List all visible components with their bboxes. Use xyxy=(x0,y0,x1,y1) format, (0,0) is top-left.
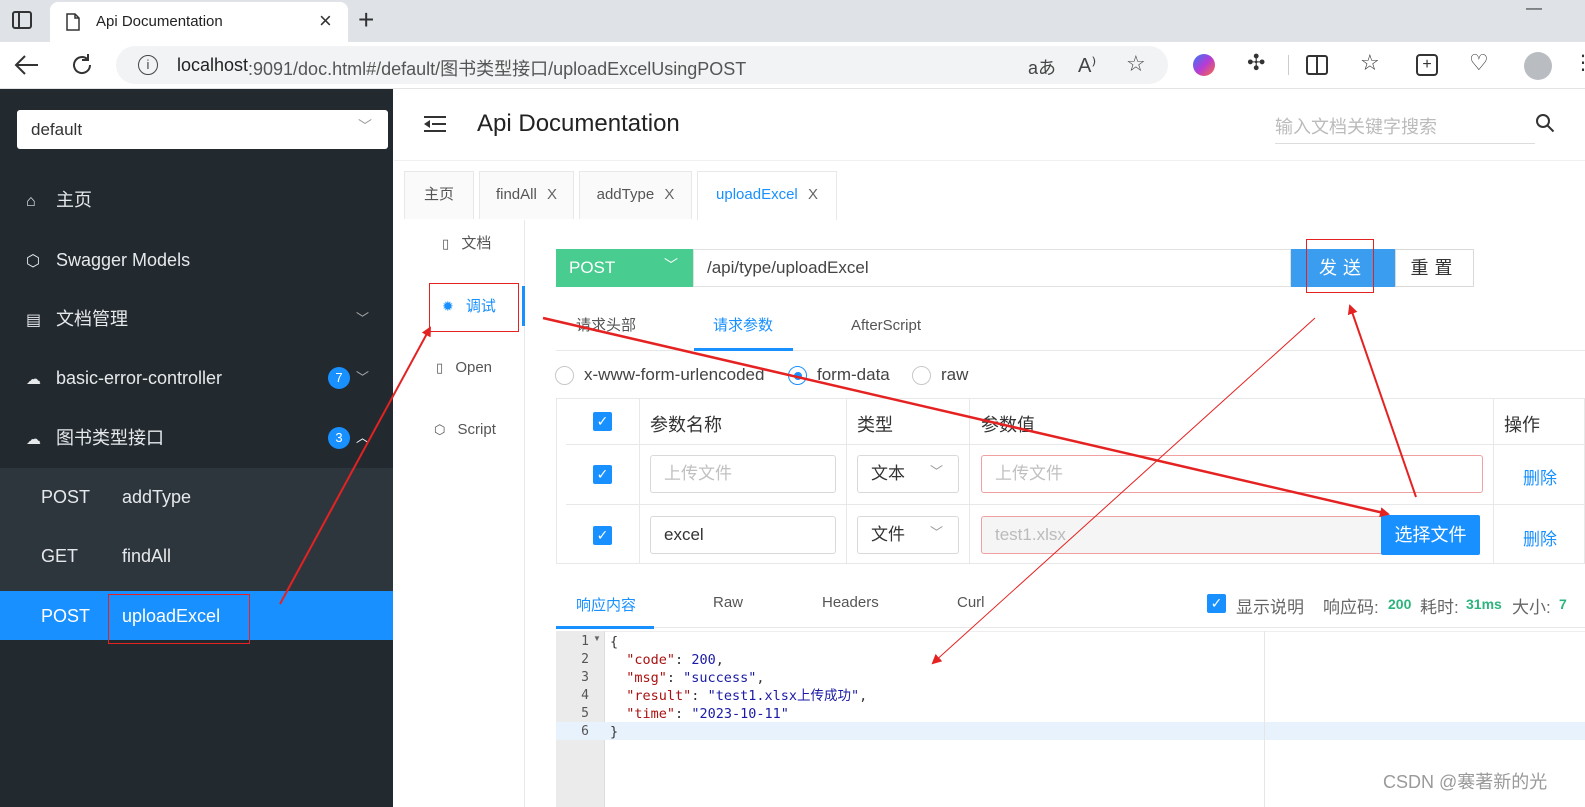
watermark: CSDN @褰著新的光 xyxy=(1383,772,1548,792)
arrow-debug-to-choose-file xyxy=(542,316,1390,518)
arrow-sidebar-to-debug xyxy=(279,326,431,605)
arrow-send-to-response xyxy=(931,317,1316,665)
arrow-choose-file-to-send xyxy=(1347,304,1417,498)
annotation-arrows xyxy=(279,304,1417,665)
